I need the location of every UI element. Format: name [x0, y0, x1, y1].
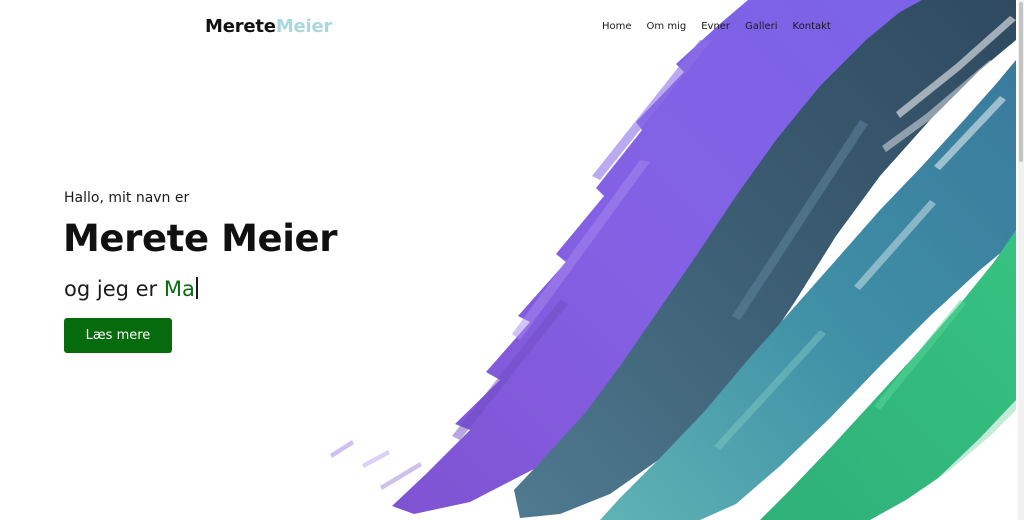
nav-links: Home Om mig Evner Galleri Kontakt: [602, 20, 831, 34]
nav-item-om-mig[interactable]: Om mig: [647, 20, 687, 34]
hero-name: Merete Meier: [63, 217, 338, 260]
nav-item-home[interactable]: Home: [602, 20, 632, 34]
typing-cursor: [195, 277, 198, 299]
logo-first-name: Merete: [205, 16, 276, 37]
top-navbar: MereteMeier Home Om mig Evner Galleri Ko…: [0, 0, 1024, 56]
nav-item-kontakt[interactable]: Kontakt: [793, 20, 831, 34]
tagline-prefix: og jeg er: [64, 277, 158, 301]
hero-tagline: og jeg er Ma: [64, 274, 198, 304]
hero-greeting: Hallo, mit navn er: [64, 190, 190, 206]
site-logo[interactable]: MereteMeier: [205, 16, 332, 38]
nav-item-evner[interactable]: Evner: [701, 20, 730, 34]
logo-last-name: Meier: [275, 16, 333, 37]
nav-item-galleri[interactable]: Galleri: [745, 20, 777, 34]
read-more-button[interactable]: Læs mere: [64, 318, 172, 353]
typed-role-text: Ma: [163, 277, 195, 301]
scrollbar-thumb[interactable]: [1019, 2, 1023, 162]
page-scrollbar[interactable]: [1018, 0, 1024, 520]
